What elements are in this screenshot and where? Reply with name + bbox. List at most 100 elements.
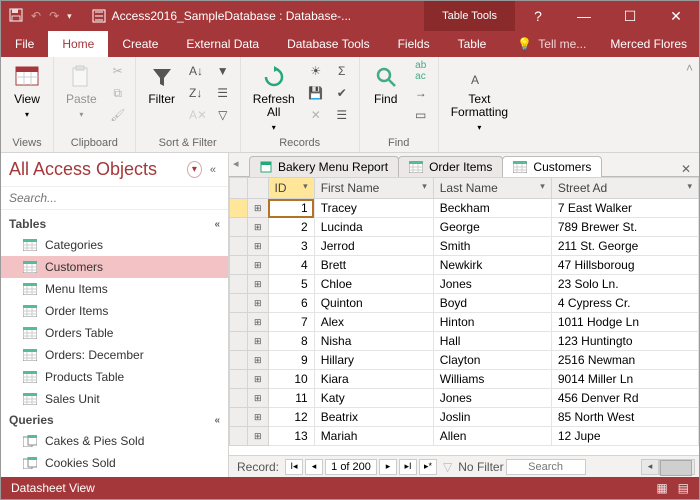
col-id[interactable]: ID▾ — [268, 178, 314, 199]
contextual-tab-group: Table Tools — [424, 1, 515, 31]
new-record-nav-button[interactable]: ▸* — [419, 459, 437, 475]
help-button[interactable]: ? — [515, 1, 561, 31]
nav-menu-dropdown-icon[interactable]: ▾ — [187, 161, 202, 178]
sort-asc-icon[interactable]: A↓ — [186, 61, 208, 81]
table-row[interactable]: ⊞2LucindaGeorge789 Brewer St. — [230, 218, 699, 237]
goto-icon[interactable]: → — [410, 83, 432, 103]
table-row[interactable]: ⊞4BrettNewkirk47 Hillsboroug — [230, 256, 699, 275]
copy-icon[interactable]: ⧉ — [107, 83, 129, 103]
nav-item-cookies-sold[interactable]: Cookies Sold — [1, 452, 228, 474]
filter-button[interactable]: Filter — [142, 61, 182, 108]
tab-external-data[interactable]: External Data — [172, 31, 273, 57]
remove-sort-icon[interactable]: A✕ — [186, 105, 208, 125]
cut-icon[interactable]: ✂ — [107, 61, 129, 81]
record-position-input[interactable] — [325, 459, 377, 475]
document-tabs: Bakery Menu ReportOrder ItemsCustomers ✕ — [229, 153, 699, 177]
next-record-button[interactable]: ▸ — [379, 459, 397, 475]
ribbon-group-text-formatting: A Text Formatting ▾ — [439, 57, 520, 152]
nav-item-cakes-pies-sold[interactable]: Cakes & Pies Sold — [1, 430, 228, 452]
doc-tab-customers[interactable]: Customers — [502, 156, 602, 177]
col-first-name[interactable]: First Name▾ — [314, 178, 433, 199]
format-painter-icon[interactable]: 🖌 — [107, 105, 129, 125]
table-row[interactable]: ⊞1TraceyBeckham7 East Walker — [230, 199, 699, 218]
last-record-button[interactable]: ▸I — [399, 459, 417, 475]
nav-item-categories[interactable]: Categories — [1, 234, 228, 256]
view-datasheet-icon[interactable]: ▦ — [656, 481, 667, 495]
tab-home[interactable]: Home — [48, 31, 108, 57]
table-row[interactable]: ⊞6QuintonBoyd4 Cypress Cr. — [230, 294, 699, 313]
col-last-name[interactable]: Last Name▾ — [433, 178, 551, 199]
save-icon[interactable] — [9, 8, 23, 25]
advanced-filter-icon[interactable]: ☰ — [212, 83, 234, 103]
hscroll-left[interactable]: ◂ — [641, 459, 659, 475]
refresh-all-button[interactable]: Refresh All ▾ — [247, 61, 301, 136]
text-formatting-button[interactable]: A Text Formatting ▾ — [445, 61, 514, 136]
nav-item-customers[interactable]: Customers — [1, 256, 228, 278]
select-icon[interactable]: ▭ — [410, 105, 432, 125]
nav-item-order-items[interactable]: Order Items — [1, 300, 228, 322]
hscroll-track[interactable] — [659, 459, 677, 475]
nav-item-sales-unit[interactable]: Sales Unit — [1, 388, 228, 410]
tab-file[interactable]: File — [1, 31, 48, 57]
minimize-button[interactable]: — — [561, 1, 607, 31]
datasheet-grid[interactable]: ID▾First Name▾Last Name▾Street Ad▾⊞1Trac… — [229, 177, 699, 455]
view-button[interactable]: View ▾ — [7, 61, 47, 123]
nav-category-queries[interactable]: Queries« — [1, 410, 228, 430]
more-records-icon[interactable]: ☰ — [331, 105, 353, 125]
paste-icon — [67, 63, 95, 91]
nav-item-orders-december[interactable]: Orders: December — [1, 344, 228, 366]
close-button[interactable]: ✕ — [653, 1, 699, 31]
replace-icon[interactable]: abac — [410, 61, 432, 81]
find-button[interactable]: Find — [366, 61, 406, 108]
close-tab-button[interactable]: ✕ — [673, 162, 699, 176]
svg-text:Z↓: Z↓ — [189, 86, 202, 100]
nav-item-orders-table[interactable]: Orders Table — [1, 322, 228, 344]
spelling-icon[interactable]: ✔ — [331, 83, 353, 103]
maximize-button[interactable]: ☐ — [607, 1, 653, 31]
table-row[interactable]: ⊞9HillaryClayton2516 Newman — [230, 351, 699, 370]
delete-record-icon[interactable]: ✕ — [305, 105, 327, 125]
nav-search[interactable] — [1, 186, 228, 210]
signed-in-user[interactable]: Merced Flores — [598, 31, 699, 57]
view-designве-iconагрузка[interactable]: ▤ — [678, 481, 689, 495]
record-search-input[interactable] — [506, 459, 586, 475]
nav-search-input[interactable] — [1, 187, 228, 209]
prev-record-button[interactable]: ◂ — [305, 459, 323, 475]
toggle-filter-icon[interactable]: ▽ — [212, 105, 234, 125]
totals-icon[interactable]: Σ — [331, 61, 353, 81]
nav-category-tables[interactable]: Tables« — [1, 214, 228, 234]
redo-icon[interactable]: ↷ — [49, 9, 59, 23]
table-row[interactable]: ⊞10KiaraWilliams9014 Miller Ln — [230, 370, 699, 389]
undo-icon[interactable]: ↶ — [31, 9, 41, 23]
sort-desc-icon[interactable]: Z↓ — [186, 83, 208, 103]
table-row[interactable]: ⊞13MariahAllen12 Jupe — [230, 427, 699, 446]
tell-me-search[interactable]: 💡 Tell me... — [505, 31, 598, 57]
selection-filter-icon[interactable]: ▼ — [212, 61, 234, 81]
nav-item-products-table[interactable]: Products Table — [1, 366, 228, 388]
table-row[interactable]: ⊞11KatyJones456 Denver Rd — [230, 389, 699, 408]
save-record-icon[interactable]: 💾 — [305, 83, 327, 103]
table-row[interactable]: ⊞5ChloeJones23 Solo Ln. — [230, 275, 699, 294]
svg-text:A✕: A✕ — [189, 108, 205, 122]
table-row[interactable]: ⊞7AlexHinton1011 Hodge Ln — [230, 313, 699, 332]
filter-status[interactable]: No Filter — [458, 460, 503, 474]
new-record-icon[interactable]: ☀ — [305, 61, 327, 81]
first-record-button[interactable]: I◂ — [285, 459, 303, 475]
nav-collapse-icon[interactable]: « — [206, 164, 220, 176]
table-row[interactable]: ⊞8NishaHall123 Huntingto — [230, 332, 699, 351]
table-row[interactable]: ⊞12BeatrixJoslin85 North West — [230, 408, 699, 427]
nav-header[interactable]: All Access Objects — [9, 159, 187, 180]
tab-create[interactable]: Create — [108, 31, 172, 57]
paste-button[interactable]: Paste ▾ — [60, 61, 103, 123]
table-row[interactable]: ⊞3JerrodSmith211 St. George — [230, 237, 699, 256]
doc-tab-order-items[interactable]: Order Items — [398, 156, 503, 177]
qat-dropdown-icon[interactable]: ▾ — [67, 11, 72, 22]
tab-fields[interactable]: Fields — [384, 31, 444, 57]
doc-tab-bakery-menu-report[interactable]: Bakery Menu Report — [249, 156, 399, 177]
tab-database-tools[interactable]: Database Tools — [273, 31, 384, 57]
nav-item-menu-items[interactable]: Menu Items — [1, 278, 228, 300]
tab-table[interactable]: Table — [444, 31, 501, 57]
select-all-cell[interactable] — [230, 178, 248, 199]
collapse-ribbon-icon[interactable]: ˄ — [680, 57, 699, 152]
col-street-ad[interactable]: Street Ad▾ — [551, 178, 698, 199]
